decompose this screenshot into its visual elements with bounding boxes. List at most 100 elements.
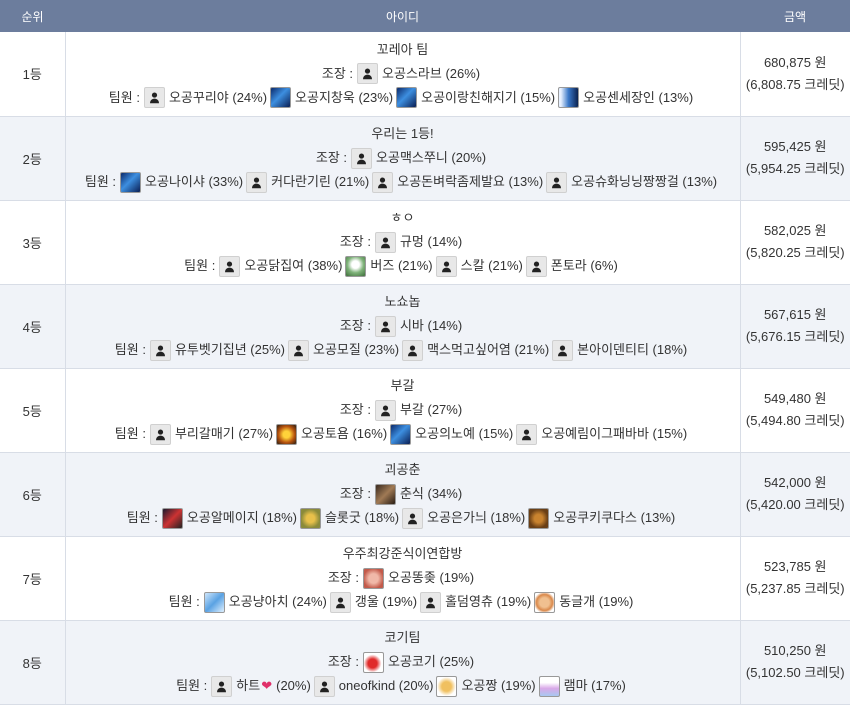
team-member[interactable]: 본아이덴티티 (18%) (552, 338, 687, 362)
profile-avatar (534, 592, 555, 613)
team-member[interactable]: 오공돈벼락좀제발요 (13%) (372, 170, 543, 194)
team-member[interactable]: 오공냥아치 (24%) (204, 590, 327, 614)
members-line: 팀원 :오공나이샤 (33%)커다란기린 (21%)오공돈벼락좀제발요 (13%… (66, 170, 740, 194)
team-member[interactable]: 오공알메이지 (18%) (162, 506, 297, 530)
profile-avatar (396, 87, 417, 108)
team-member[interactable]: 오공이랑친해지기 (15%) (396, 86, 555, 110)
team-member[interactable]: 오공의노예 (15%) (390, 422, 513, 446)
table-row: 7등우주최강준식이연합방조장 :오공똥좆 (19%)팀원 :오공냥아치 (24%… (0, 536, 850, 620)
team-member[interactable]: 오공꾸리야 (24%) (144, 86, 267, 110)
member-name: 춘식 (34%) (400, 482, 462, 506)
rank-cell: 8등 (0, 620, 65, 704)
table-row: 5등부갈조장 :부갈 (27%)팀원 :부리갈매기 (27%)오공토욤 (16%… (0, 368, 850, 452)
team-name: 꼬레아 팀 (66, 38, 740, 62)
team-member[interactable]: 하트❤(20%) (211, 674, 311, 698)
team-cell: ㅎㅇ조장 :규멍 (14%)팀원 :오공닭집여 (38%)버즈 (21%)스칼 … (65, 200, 740, 284)
leader-line: 조장 :규멍 (14%) (66, 230, 740, 254)
amount-cell: 542,000 원(5,420.00 크레딧) (740, 452, 850, 536)
header-rank: 순위 (0, 0, 65, 32)
table-row: 2등우리는 1등!조장 :오공맥스쭈니 (20%)팀원 :오공나이샤 (33%)… (0, 116, 850, 200)
member-name: 오공꾸리야 (24%) (169, 86, 267, 110)
team-member[interactable]: 오공나이샤 (33%) (120, 170, 243, 194)
member-name: 유투벳기집년 (25%) (175, 338, 285, 362)
team-member[interactable]: 오공똥좆 (19%) (363, 566, 474, 590)
member-name: 시바 (14%) (400, 314, 462, 338)
team-member[interactable]: 오공짱 (19%) (436, 674, 535, 698)
team-member[interactable]: 오공닭집여 (38%) (219, 254, 342, 278)
members-label: 팀원 : (115, 422, 146, 446)
member-name: 오공알메이지 (18%) (187, 506, 297, 530)
members-line: 팀원 :오공알메이지 (18%)슬롯굿 (18%)오공은가늬 (18%)오공쿠키… (66, 506, 740, 530)
team-member[interactable]: 오공모질 (23%) (288, 338, 399, 362)
table-row: 1등꼬레아 팀조장 :오공스라브 (26%)팀원 :오공꾸리야 (24%)오공지… (0, 32, 850, 116)
rank-cell: 3등 (0, 200, 65, 284)
members-line: 팀원 :부리갈매기 (27%)오공토욤 (16%)오공의노예 (15%) 오공예림… (66, 422, 740, 446)
member-name: 오공센세장인 (13%) (583, 86, 693, 110)
members-label: 팀원 : (176, 674, 207, 698)
amount-value: 523,785 원 (741, 556, 850, 578)
members-line: 팀원 :오공냥아치 (24%)갱울 (19%)홀덤영츄 (19%)동글개 (19… (66, 590, 740, 614)
team-member[interactable]: 맥스먹고싶어염 (21%) (402, 338, 549, 362)
header-id: 아이디 (65, 0, 740, 32)
team-member[interactable]: 유투벳기집년 (25%) (150, 338, 285, 362)
profile-avatar (162, 508, 183, 529)
team-member[interactable]: 오공슈화닝닝짱짱걸 (13%) (546, 170, 717, 194)
team-member[interactable]: 커다란기린 (21%) (246, 170, 369, 194)
team-member[interactable]: 춘식 (34%) (375, 482, 462, 506)
amount-value: 549,480 원 (741, 388, 850, 410)
credit-value: (5,420.00 크레딧) (741, 494, 850, 516)
rank-cell: 4등 (0, 284, 65, 368)
member-name: 폰토라 (6%) (551, 254, 618, 278)
user-avatar-icon (351, 148, 372, 169)
team-member[interactable]: 오공코기 (25%) (363, 650, 474, 674)
team-member[interactable]: 홀덤영츄 (19%) (420, 590, 531, 614)
user-avatar-icon (144, 87, 165, 108)
team-member[interactable]: 오공은가늬 (18%) (402, 506, 525, 530)
team-member[interactable]: 오공토욤 (16%) (276, 422, 387, 446)
team-member[interactable]: 램마 (17%) (539, 674, 626, 698)
team-name: 우주최강준식이연합방 (66, 542, 740, 566)
team-member[interactable]: 부갈 (27%) (375, 398, 462, 422)
team-member[interactable]: 규멍 (14%) (375, 230, 462, 254)
member-name: 램마 (17%) (564, 674, 626, 698)
team-member[interactable]: 갱울 (19%) (330, 590, 417, 614)
team-member[interactable]: oneofkind (20%) (314, 674, 434, 698)
members-line: 팀원 :하트❤(20%)oneofkind (20%)오공짱 (19%) 램마 (… (66, 674, 740, 698)
user-avatar-icon (552, 340, 573, 361)
amount-cell: 523,785 원(5,237.85 크레딧) (740, 536, 850, 620)
profile-avatar (390, 424, 411, 445)
member-name: 오공예림이그패바바 (15%) (541, 422, 687, 446)
member-share: (20%) (276, 674, 311, 698)
credit-value: (5,820.25 크레딧) (741, 242, 850, 264)
member-name: 버즈 (21%) (370, 254, 432, 278)
user-avatar-icon (402, 340, 423, 361)
team-member[interactable]: 오공쿠키쿠다스 (13%) (528, 506, 675, 530)
member-name: 오공냥아치 (24%) (229, 590, 327, 614)
team-member[interactable]: 동글개 (19%) (534, 590, 633, 614)
members-line: 팀원 :오공꾸리야 (24%)오공지창욱 (23%)오공이랑친해지기 (15%)… (66, 86, 740, 110)
user-avatar-icon (150, 340, 171, 361)
member-name: 오공모질 (23%) (313, 338, 399, 362)
member-name: 동글개 (19%) (559, 590, 633, 614)
team-member[interactable]: 오공스라브 (26%) (357, 62, 480, 86)
amount-cell: 595,425 원(5,954.25 크레딧) (740, 116, 850, 200)
member-name: 갱울 (19%) (355, 590, 417, 614)
credit-value: (6,808.75 크레딧) (741, 74, 850, 96)
team-cell: 노쇼놉조장 :시바 (14%)팀원 :유투벳기집년 (25%)오공모질 (23%… (65, 284, 740, 368)
team-member[interactable]: 부리갈매기 (27%) (150, 422, 273, 446)
team-member[interactable]: 오공맥스쭈니 (20%) (351, 146, 486, 170)
team-name: 부갈 (66, 374, 740, 398)
team-member[interactable]: 버즈 (21%) (345, 254, 432, 278)
team-member[interactable]: 슬롯굿 (18%) (300, 506, 399, 530)
team-member[interactable]: 오공지창욱 (23%) (270, 86, 393, 110)
team-member[interactable]: 스칼 (21%) (436, 254, 523, 278)
team-member[interactable]: 오공예림이그패바바 (15%) (516, 422, 687, 446)
credit-value: (5,676.15 크레딧) (741, 326, 850, 348)
member-name: 오공쿠키쿠다스 (13%) (553, 506, 675, 530)
team-member[interactable]: 시바 (14%) (375, 314, 462, 338)
member-name: 맥스먹고싶어염 (21%) (427, 338, 549, 362)
team-member[interactable]: 오공센세장인 (13%) (558, 86, 693, 110)
credit-value: (5,954.25 크레딧) (741, 158, 850, 180)
team-member[interactable]: 폰토라 (6%) (526, 254, 618, 278)
profile-avatar (539, 676, 560, 697)
